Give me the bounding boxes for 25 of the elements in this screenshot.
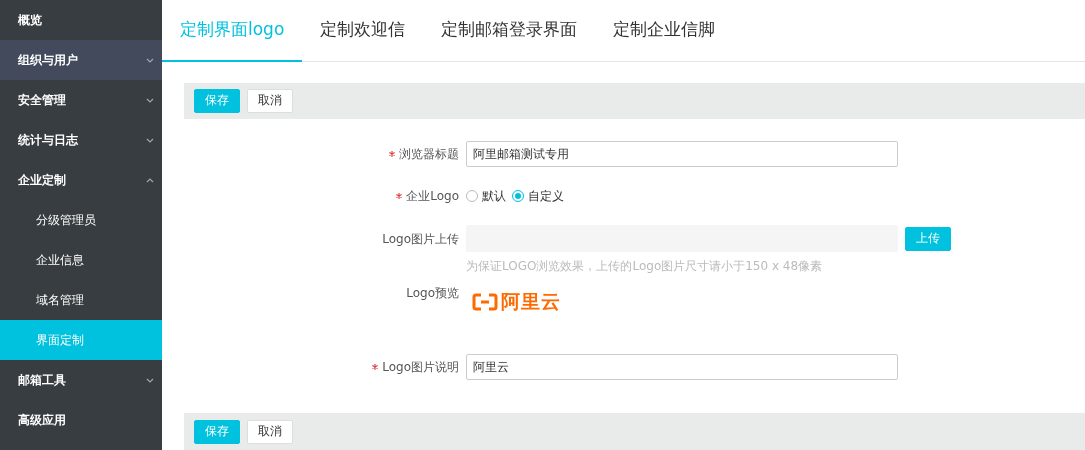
field-label: 浏览器标题 [162, 145, 466, 163]
tab[interactable]: 定制邮箱登录界面 [423, 0, 596, 62]
tab[interactable]: 定制欢迎信 [302, 0, 424, 62]
sidebar-item[interactable]: 安全管理 [0, 80, 162, 120]
sidebar-subitem[interactable]: 域名管理 [0, 280, 162, 320]
sidebar-item[interactable]: 概览 [0, 0, 162, 40]
tab[interactable]: 定制企业信脚 [595, 0, 734, 62]
field-label: Logo图片说明 [162, 358, 466, 376]
radio-option[interactable]: 默认 [466, 187, 506, 205]
radio-option[interactable]: 自定义 [512, 187, 564, 205]
sidebar-item[interactable]: 邮箱工具 [0, 360, 162, 400]
cancel-button[interactable]: 取消 [247, 419, 293, 444]
text-field[interactable]: 阿里邮箱测试专用 [466, 141, 898, 168]
sidebar-item[interactable]: 企业定制 [0, 160, 162, 200]
sidebar-subitem[interactable]: 分级管理员 [0, 200, 162, 240]
text-field[interactable]: 阿里云 [466, 354, 898, 381]
field-label: Logo预览 [405, 285, 460, 303]
field-label: Logo图片上传 [381, 231, 460, 249]
sidebar-item[interactable]: 高级应用 [0, 400, 162, 440]
sidebar-item[interactable]: 组织与用户 [0, 40, 162, 80]
cancel-button[interactable]: 取消 [247, 88, 293, 113]
logo: 阿里云 [472, 289, 561, 316]
field-label: 企业Logo [162, 187, 466, 205]
sidebar-subitem[interactable]: 企业信息 [0, 240, 162, 280]
sidebar-item[interactable]: 统计与日志 [0, 120, 162, 160]
